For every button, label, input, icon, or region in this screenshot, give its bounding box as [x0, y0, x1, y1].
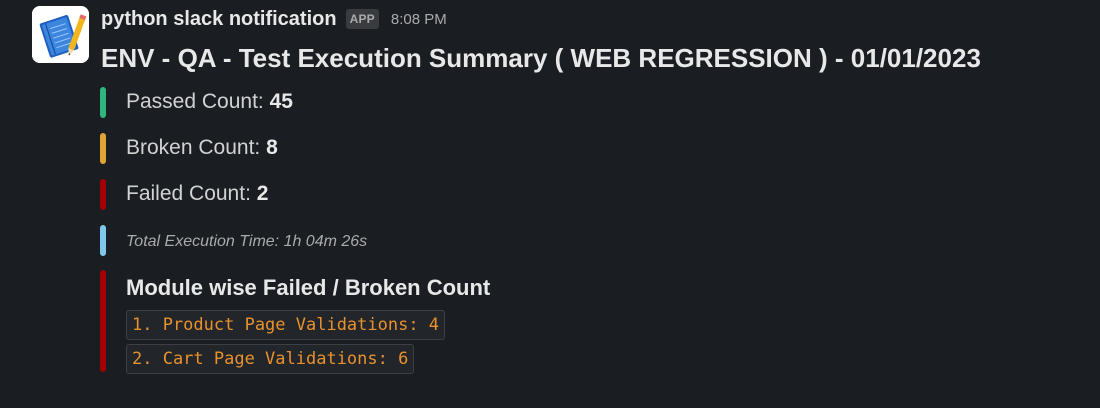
broken-count-label: Broken Count: [126, 136, 267, 159]
passed-count-text: Passed Count: 45 [126, 90, 293, 114]
sender-name[interactable]: python slack notification [101, 8, 337, 31]
execution-time-color-bar [100, 225, 106, 256]
module-item-code: 2. Cart Page Validations: 6 [126, 344, 415, 374]
passed-count-label: Passed Count: [126, 90, 270, 113]
failed-color-bar [100, 179, 106, 210]
notebook-pencil-icon [32, 6, 89, 63]
passed-attachment: Passed Count: 45 [100, 87, 900, 118]
failed-count-value: 2 [256, 182, 269, 205]
execution-time-text: Total Execution Time: 1h 04m 26s [126, 233, 368, 250]
broken-attachment: Broken Count: 8 [100, 133, 900, 164]
failed-attachment: Failed Count: 2 [100, 179, 900, 210]
broken-color-bar [100, 133, 106, 164]
app-badge: APP [345, 9, 379, 29]
message-title: ENV - QA - Test Execution Summary ( WEB … [101, 43, 981, 73]
message-header: python slack notification APP 8:08 PM [101, 6, 447, 32]
app-avatar[interactable] [32, 6, 89, 63]
failed-count-text: Failed Count: 2 [126, 182, 268, 206]
module-item-code: 1. Product Page Validations: 4 [126, 310, 446, 340]
execution-time-attachment: Total Execution Time: 1h 04m 26s [100, 225, 900, 256]
module-color-bar [100, 270, 106, 372]
passed-color-bar [100, 87, 106, 118]
module-attachment: Module wise Failed / Broken Count 1. Pro… [100, 270, 900, 374]
module-title: Module wise Failed / Broken Count [126, 275, 491, 300]
slack-message: python slack notification APP 8:08 PM EN… [0, 0, 1100, 408]
message-timestamp[interactable]: 8:08 PM [391, 11, 447, 28]
failed-count-label: Failed Count: [126, 182, 257, 205]
broken-count-text: Broken Count: 8 [126, 136, 278, 160]
broken-count-value: 8 [266, 136, 278, 159]
passed-count-value: 45 [269, 90, 293, 113]
